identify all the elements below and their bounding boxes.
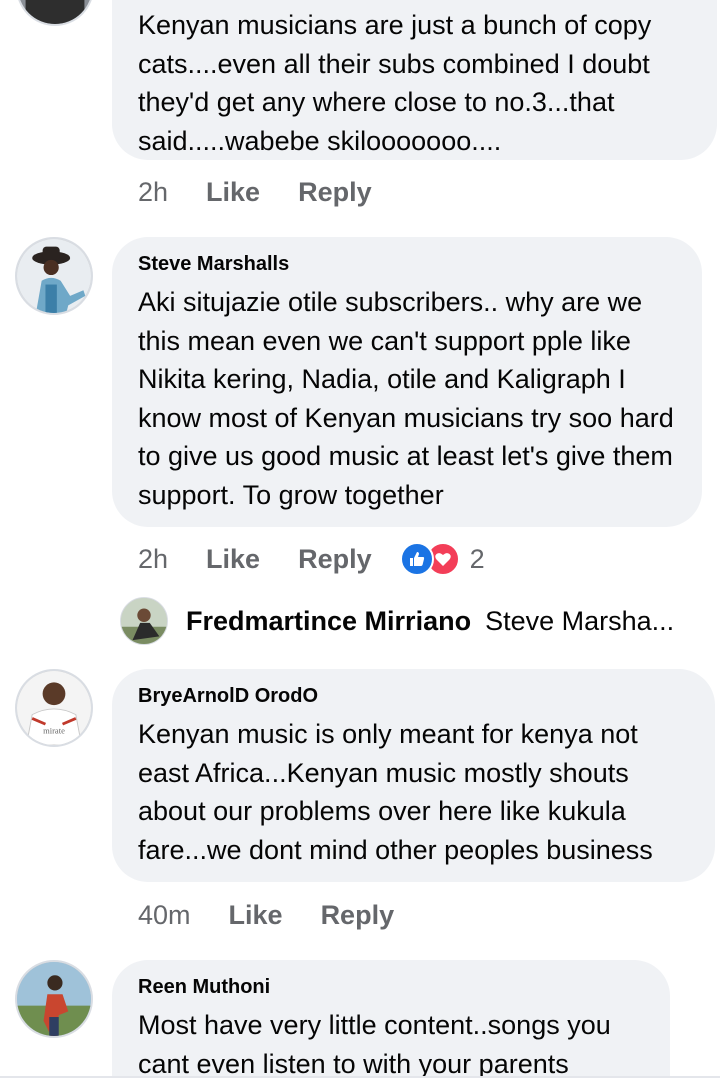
comment-author[interactable]: Steve Marshalls	[138, 251, 676, 277]
like-icon	[399, 542, 434, 576]
comment-timestamp: 2h	[138, 176, 169, 207]
comment-author[interactable]: BryeArnolD OrodO	[138, 683, 689, 709]
svg-text:mirate: mirate	[43, 726, 65, 736]
comment-author[interactable]: Reen Muthoni	[138, 974, 644, 1000]
commenter-avatar[interactable]	[15, 237, 93, 315]
commenter-avatar[interactable]	[15, 960, 93, 1038]
avatar-photo	[18, 0, 92, 24]
comment-text: Aki situjazie otile subscribers.. why ar…	[138, 287, 674, 510]
reply-button[interactable]: Reply	[321, 900, 395, 931]
avatar-photo	[17, 962, 91, 1036]
avatar-photo	[17, 239, 91, 313]
reply-button[interactable]: Reply	[298, 177, 372, 208]
comment-actions: 2h Like Reply	[138, 172, 410, 212]
comment-bubble: Kenyan musicians are just a bunch of cop…	[112, 0, 717, 160]
comments-screen: Kenyan musicians are just a bunch of cop…	[0, 0, 720, 1078]
reply-avatar	[120, 597, 168, 645]
reply-author[interactable]: Fredmartince Mirriano	[186, 606, 471, 637]
reply-preview[interactable]: Fredmartince Mirriano Steve Marsha...	[120, 597, 674, 645]
reaction-summary[interactable]: 2	[399, 542, 485, 576]
comment-bubble: Reen Muthoni Most have very little conte…	[112, 960, 670, 1078]
reaction-count: 2	[469, 543, 485, 574]
comment-bubble: BryeArnolD OrodO Kenyan music is only me…	[112, 669, 715, 882]
comment-bubble: Steve Marshalls Aki situjazie otile subs…	[112, 237, 702, 527]
comment-text: Kenyan music is only meant for kenya not…	[138, 719, 653, 865]
avatar-photo	[121, 598, 167, 644]
commenter-avatar[interactable]: mirate	[15, 669, 93, 747]
avatar-photo: mirate	[17, 671, 91, 745]
comment-timestamp: 40m	[138, 899, 191, 930]
reply-button[interactable]: Reply	[298, 544, 372, 575]
comment-actions: 40m Like Reply	[138, 895, 432, 935]
comment-text: Most have very little content..songs you…	[138, 1010, 611, 1078]
comment-actions: 2h Like Reply 2	[138, 539, 485, 579]
comment-timestamp: 2h	[138, 543, 169, 574]
comment-text: Kenyan musicians are just a bunch of cop…	[138, 10, 652, 156]
like-button[interactable]: Like	[229, 900, 283, 931]
like-button[interactable]: Like	[206, 177, 260, 208]
reply-snippet: Steve Marsha...	[485, 605, 675, 636]
commenter-avatar[interactable]	[16, 0, 94, 26]
like-button[interactable]: Like	[206, 544, 260, 575]
